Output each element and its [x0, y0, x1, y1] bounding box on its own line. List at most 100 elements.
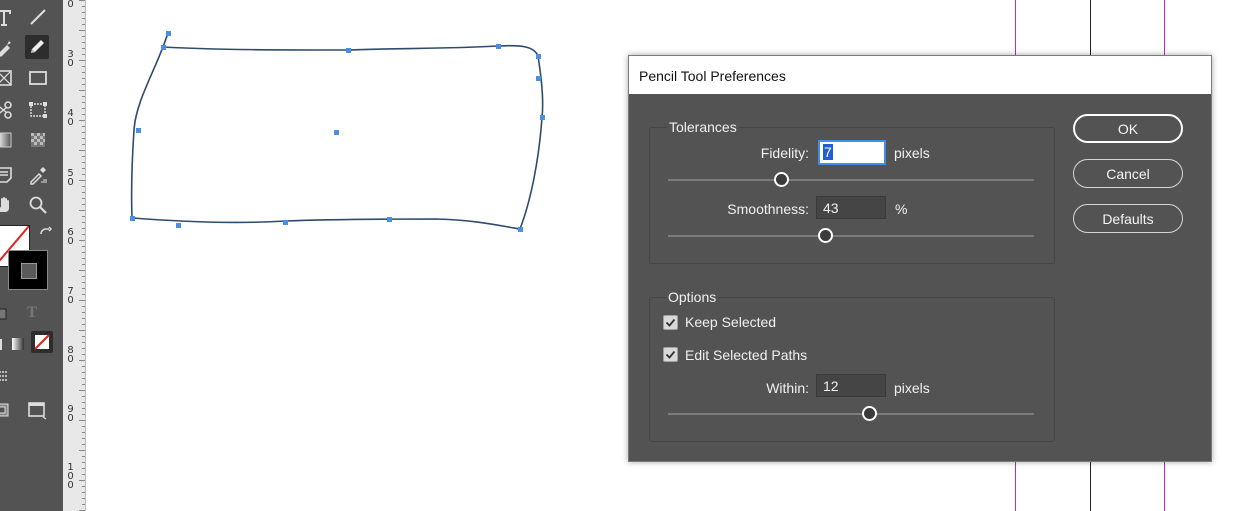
ruler-tick: [82, 372, 85, 373]
anchor-point[interactable]: [165, 30, 171, 36]
ruler-tick: [82, 498, 85, 499]
ruler-tick: [82, 216, 85, 217]
anchor-point[interactable]: [160, 44, 166, 50]
ruler-tick: [82, 468, 85, 469]
ruler-tick: [82, 114, 85, 115]
ruler-tick: [82, 42, 85, 43]
ruler-tick: [82, 246, 85, 247]
within-value: 12: [823, 378, 839, 394]
ruler-tick: [79, 420, 85, 421]
eyedropper-tool-icon[interactable]: [26, 163, 50, 187]
defaults-button[interactable]: Defaults: [1073, 204, 1183, 233]
ok-button[interactable]: OK: [1073, 114, 1183, 143]
ruler-tick: [82, 144, 85, 145]
keep-selected-checkbox[interactable]: [663, 315, 678, 330]
anchor-point[interactable]: [175, 222, 181, 228]
line-tool-icon[interactable]: [26, 5, 50, 29]
gradient-feather-tool-icon[interactable]: [26, 128, 50, 152]
anchor-point[interactable]: [386, 216, 392, 222]
pen-tool-icon[interactable]: [0, 36, 16, 60]
scissors-tool-icon[interactable]: [0, 98, 16, 122]
ruler-tick: [82, 444, 85, 445]
vertical-ruler: 0 3 0 4 0 5 0 6 0 7 0 8 0 9 0 1 0 0: [63, 0, 86, 511]
ruler-tick: [82, 102, 85, 103]
ruler-tick: [82, 192, 85, 193]
rectangle-frame-tool-icon[interactable]: [0, 66, 16, 90]
ruler-tick: [82, 306, 85, 307]
ruler-tick: [82, 132, 85, 133]
ruler-label: 5 0: [67, 168, 74, 188]
ruler-tick: [82, 414, 85, 415]
hand-tool-icon[interactable]: [0, 193, 16, 217]
zoom-tool-icon[interactable]: [26, 193, 50, 217]
screen-mode-icon[interactable]: [0, 364, 14, 388]
ruler-tick: [82, 426, 85, 427]
ruler-tick: [82, 348, 85, 349]
type-tool-icon[interactable]: [0, 6, 16, 30]
fidelity-value: 7: [823, 144, 833, 160]
edit-selected-paths-checkbox[interactable]: [663, 347, 678, 362]
ruler-tick: [82, 438, 85, 439]
ruler-tick: [82, 324, 85, 325]
drawn-path[interactable]: [86, 0, 686, 300]
anchor-point[interactable]: [535, 75, 541, 81]
anchor-point[interactable]: [495, 43, 501, 49]
anchor-point[interactable]: [345, 47, 351, 53]
ruler-tick: [79, 390, 85, 391]
cancel-button[interactable]: Cancel: [1073, 159, 1183, 188]
ruler-label: 3 0: [67, 49, 74, 69]
within-label: Within:: [766, 380, 809, 396]
ruler-tick: [82, 222, 85, 223]
anchor-point[interactable]: [333, 129, 339, 135]
free-transform-tool-icon[interactable]: [26, 98, 50, 122]
fidelity-slider-track[interactable]: [668, 179, 1034, 181]
swap-fill-stroke-icon[interactable]: [36, 224, 56, 244]
rectangle-tool-icon[interactable]: [26, 66, 50, 90]
ruler-label: 4 0: [67, 108, 74, 128]
ruler-tick: [79, 90, 85, 91]
ruler-tick: [79, 150, 85, 151]
anchor-point[interactable]: [517, 226, 523, 232]
within-slider-track[interactable]: [668, 413, 1034, 415]
ruler-tick: [79, 30, 85, 31]
ruler-tick: [82, 342, 85, 343]
within-field[interactable]: 12: [816, 374, 886, 397]
anchor-point[interactable]: [535, 53, 541, 59]
apply-gradient-icon[interactable]: [6, 332, 30, 356]
ruler-tick: [82, 24, 85, 25]
fidelity-field[interactable]: 7: [818, 140, 886, 165]
pencil-tool-icon[interactable]: [25, 35, 49, 59]
smoothness-field[interactable]: 43: [816, 196, 886, 219]
ruler-tick: [79, 240, 85, 241]
view-mode-icon[interactable]: [0, 398, 14, 422]
ruler-tick: [79, 0, 85, 1]
screen-mode-normal-icon[interactable]: [25, 398, 49, 422]
smoothness-slider-track[interactable]: [668, 235, 1034, 237]
ruler-tick: [79, 180, 85, 181]
anchor-point[interactable]: [135, 127, 141, 133]
ruler-tick: [82, 108, 85, 109]
anchor-point[interactable]: [539, 114, 545, 120]
keep-selected-label[interactable]: Keep Selected: [685, 314, 776, 330]
edit-selected-paths-label[interactable]: Edit Selected Paths: [685, 347, 807, 363]
ruler-tick: [82, 36, 85, 37]
note-tool-icon[interactable]: [0, 163, 16, 187]
ruler-tick: [82, 378, 85, 379]
ruler-tick: [82, 18, 85, 19]
ruler-tick: [82, 402, 85, 403]
dialog-titlebar[interactable]: Pencil Tool Preferences: [629, 56, 1211, 94]
ruler-tick: [82, 72, 85, 73]
ruler-tick: [82, 294, 85, 295]
ruler-tick: [82, 198, 85, 199]
anchor-point[interactable]: [129, 215, 135, 221]
formatting-text-icon[interactable]: T: [22, 304, 42, 324]
anchor-point[interactable]: [282, 219, 288, 225]
ruler-tick: [82, 96, 85, 97]
smoothness-unit: %: [895, 201, 908, 217]
ruler-tick: [82, 54, 85, 55]
apply-none-icon[interactable]: [31, 331, 53, 353]
stroke-swatch[interactable]: [8, 250, 48, 290]
formatting-container-icon[interactable]: [0, 302, 14, 326]
ruler-tick: [79, 300, 85, 301]
gradient-swatch-tool-icon[interactable]: [0, 128, 16, 152]
